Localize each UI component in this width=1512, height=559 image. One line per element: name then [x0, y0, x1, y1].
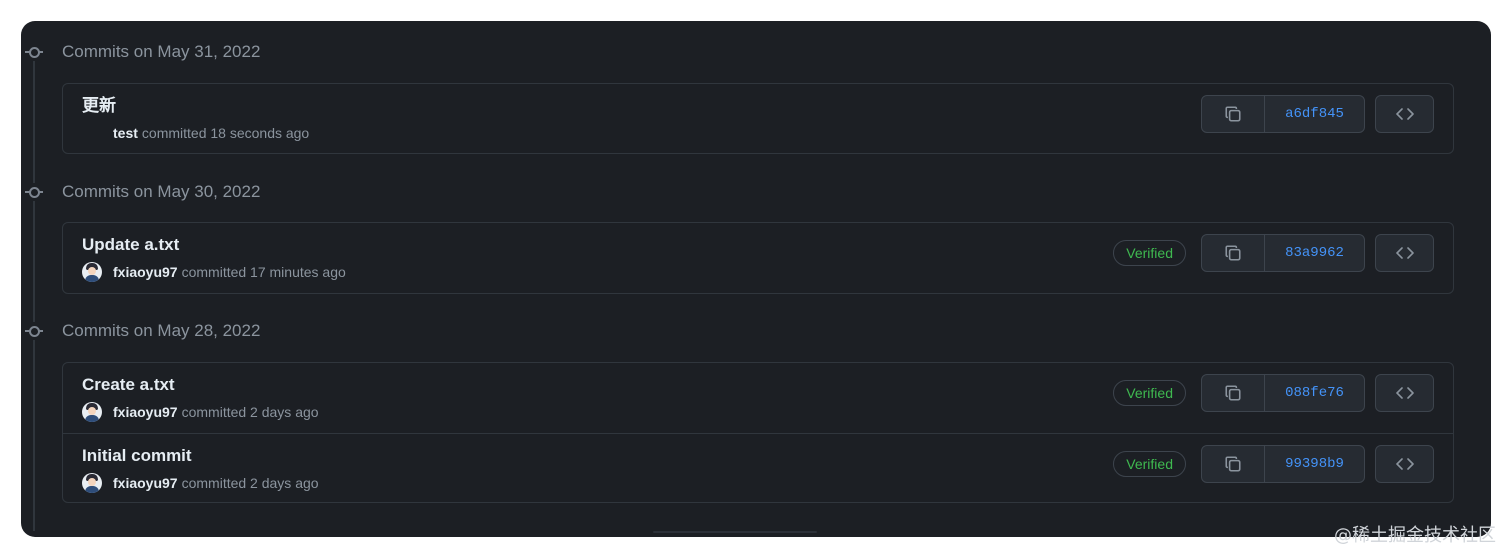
commit-group-date: Commits on May 30, 2022 [62, 182, 261, 201]
sha-button-group: 83a9962 [1201, 234, 1365, 272]
code-icon [1395, 247, 1414, 259]
commit-message-link[interactable]: Update a.txt [82, 234, 179, 256]
commit-actions: a6df845 [1201, 95, 1434, 133]
commit-time: committed 17 minutes ago [181, 264, 346, 280]
commit-author[interactable]: fxiaoyu97 [113, 262, 178, 282]
git-commit-icon [25, 183, 43, 201]
copy-sha-button[interactable] [1202, 96, 1265, 132]
commit-author[interactable]: fxiaoyu97 [113, 473, 178, 493]
watermark: @稀土掘金技术社区 [1334, 525, 1496, 546]
commit-time: committed 18 seconds ago [141, 125, 310, 141]
commit-row: Initial commit fxiaoyu97 committed 2 day… [63, 433, 1453, 503]
code-icon [1395, 458, 1414, 470]
commit-time: committed 2 days ago [181, 404, 319, 420]
user-avatar[interactable] [82, 402, 102, 422]
commit-meta: fxiaoyu97 committed 2 days ago [82, 473, 319, 493]
avatar-placeholder [82, 123, 102, 143]
commit-list: 更新 test committed 18 seconds ago a6df845 [62, 83, 1454, 154]
commit-meta: test committed 18 seconds ago [82, 123, 309, 143]
commit-sha-link[interactable]: 83a9962 [1265, 235, 1364, 271]
copy-sha-button[interactable] [1202, 375, 1265, 411]
commit-author[interactable]: test [113, 123, 138, 143]
commit-actions: Verified 99398b9 [1113, 445, 1434, 483]
verified-badge[interactable]: Verified [1113, 240, 1186, 266]
browse-repo-button[interactable] [1375, 374, 1434, 412]
commit-sha-link[interactable]: a6df845 [1265, 96, 1364, 132]
commit-group-date: Commits on May 31, 2022 [62, 42, 261, 61]
commit-message-link[interactable]: 更新 [82, 95, 116, 117]
timeline-line [33, 51, 35, 531]
copy-icon [1225, 456, 1241, 472]
commit-sha-link[interactable]: 088fe76 [1265, 375, 1364, 411]
commit-message-link[interactable]: Initial commit [82, 445, 192, 467]
commit-list: Update a.txt fxiaoyu97 committed 17 minu… [62, 222, 1454, 294]
browse-repo-button[interactable] [1375, 445, 1434, 483]
commit-row: Create a.txt fxiaoyu97 committed 2 days … [63, 363, 1453, 432]
commit-message-link[interactable]: Create a.txt [82, 374, 175, 396]
copy-sha-button[interactable] [1202, 235, 1265, 271]
browse-repo-button[interactable] [1375, 95, 1434, 133]
git-commit-icon [25, 322, 43, 340]
user-avatar[interactable] [82, 262, 102, 282]
copy-sha-button[interactable] [1202, 446, 1265, 482]
commit-meta: fxiaoyu97 committed 17 minutes ago [82, 262, 346, 282]
sha-button-group: 99398b9 [1201, 445, 1365, 483]
commit-actions: Verified 83a9962 [1113, 234, 1434, 272]
commit-list: Create a.txt fxiaoyu97 committed 2 days … [62, 362, 1454, 503]
sha-button-group: 088fe76 [1201, 374, 1365, 412]
scroll-indicator [653, 531, 817, 533]
git-commit-icon [25, 43, 43, 61]
sha-button-group: a6df845 [1201, 95, 1365, 133]
commit-actions: Verified 088fe76 [1113, 374, 1434, 412]
commit-group-header: Commits on May 30, 2022 [21, 180, 721, 204]
commit-group-date: Commits on May 28, 2022 [62, 321, 261, 340]
code-icon [1395, 108, 1414, 120]
code-icon [1395, 387, 1414, 399]
commit-author[interactable]: fxiaoyu97 [113, 402, 178, 422]
verified-badge[interactable]: Verified [1113, 380, 1186, 406]
copy-icon [1225, 385, 1241, 401]
commit-history-panel: Commits on May 31, 2022 更新 test committe… [21, 21, 1491, 537]
copy-icon [1225, 106, 1241, 122]
user-avatar[interactable] [82, 473, 102, 493]
commit-row: Update a.txt fxiaoyu97 committed 17 minu… [63, 223, 1453, 292]
commit-group-header: Commits on May 28, 2022 [21, 319, 721, 343]
commit-time: committed 2 days ago [181, 475, 319, 491]
copy-icon [1225, 245, 1241, 261]
commit-row: 更新 test committed 18 seconds ago a6df845 [63, 84, 1453, 153]
commit-meta: fxiaoyu97 committed 2 days ago [82, 402, 319, 422]
commit-group-header: Commits on May 31, 2022 [21, 40, 721, 64]
commit-sha-link[interactable]: 99398b9 [1265, 446, 1364, 482]
browse-repo-button[interactable] [1375, 234, 1434, 272]
verified-badge[interactable]: Verified [1113, 451, 1186, 477]
